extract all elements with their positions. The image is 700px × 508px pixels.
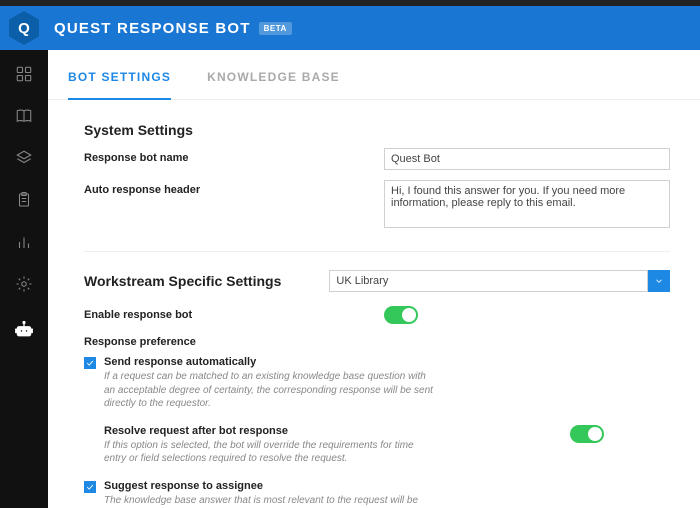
workstream-select[interactable]: UK Library <box>329 270 670 292</box>
dashboard-icon[interactable] <box>14 64 34 84</box>
app-logo: Q <box>0 6 48 50</box>
divider <box>84 251 670 252</box>
auto-header-textarea[interactable] <box>384 180 670 228</box>
suggest-checkbox[interactable] <box>84 481 96 493</box>
clipboard-icon[interactable] <box>14 190 34 210</box>
book-icon[interactable] <box>14 106 34 126</box>
send-auto-desc: If a request can be matched to an existi… <box>104 370 434 411</box>
layers-icon[interactable] <box>14 148 34 168</box>
tab-bot-settings[interactable]: BOT SETTINGS <box>68 66 171 100</box>
bot-icon[interactable] <box>14 320 34 340</box>
suggest-title: Suggest response to assignee <box>104 480 570 492</box>
main-panel: BOT SETTINGS KNOWLEDGE BASE System Setti… <box>48 50 700 508</box>
app-title: QUEST RESPONSE BOT <box>54 20 251 37</box>
resolve-desc: If this option is selected, the bot will… <box>104 439 434 466</box>
tabs: BOT SETTINGS KNOWLEDGE BASE <box>48 50 700 100</box>
logo-letter: Q <box>9 11 39 45</box>
workstream-selected: UK Library <box>329 270 648 292</box>
auto-header-label: Auto response header <box>84 180 384 196</box>
suggest-desc: The knowledge base answer that is most r… <box>104 494 434 508</box>
resolve-toggle[interactable] <box>570 425 604 443</box>
chart-icon[interactable] <box>14 232 34 252</box>
send-auto-title: Send response automatically <box>104 356 570 368</box>
workstream-heading: Workstream Specific Settings <box>84 273 281 289</box>
enable-bot-label: Enable response bot <box>84 309 384 321</box>
response-pref-label: Response preference <box>84 336 384 348</box>
tab-knowledge-base[interactable]: KNOWLEDGE BASE <box>207 66 340 99</box>
chevron-down-icon[interactable] <box>648 270 670 292</box>
bot-name-input[interactable] <box>384 148 670 170</box>
app-header: Q QUEST RESPONSE BOT BETA <box>0 6 700 50</box>
send-auto-checkbox[interactable] <box>84 357 96 369</box>
system-settings-heading: System Settings <box>84 122 670 138</box>
sidebar <box>0 50 48 508</box>
resolve-title: Resolve request after bot response <box>104 425 570 437</box>
gear-icon[interactable] <box>14 274 34 294</box>
enable-bot-toggle[interactable] <box>384 306 418 324</box>
resolve-placeholder <box>84 426 96 438</box>
bot-name-label: Response bot name <box>84 148 384 164</box>
beta-badge: BETA <box>259 22 292 35</box>
